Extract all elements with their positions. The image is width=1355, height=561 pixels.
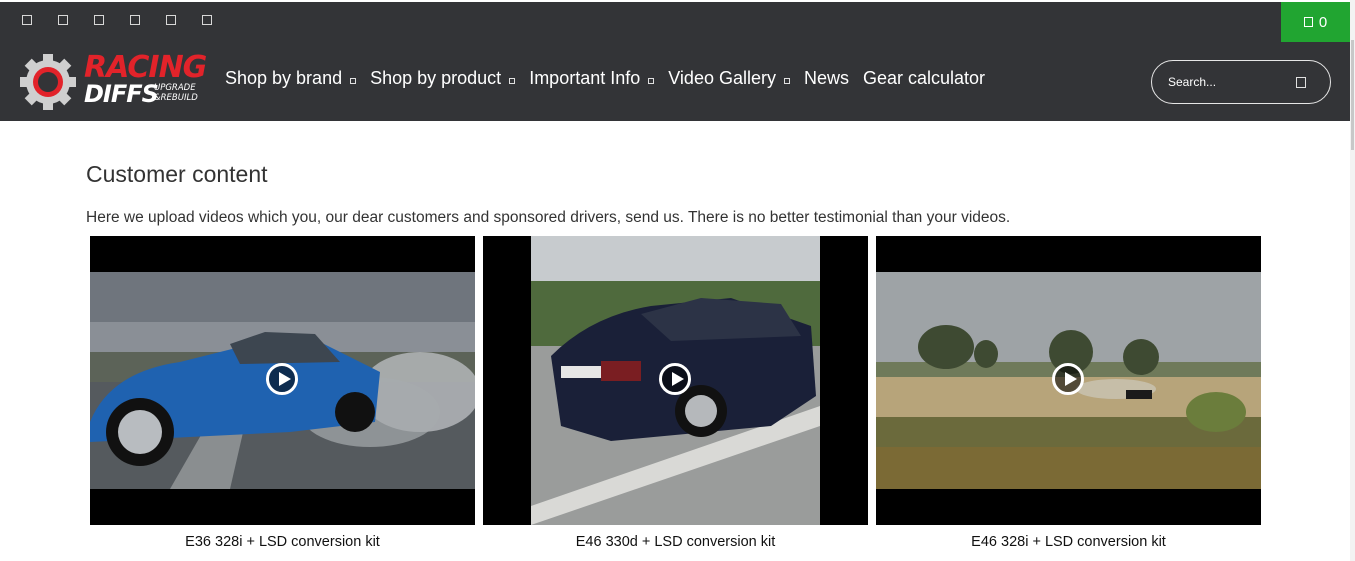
- play-icon[interactable]: [266, 363, 298, 395]
- search-icon[interactable]: [1296, 77, 1306, 88]
- linkedin-icon[interactable]: [166, 15, 176, 25]
- page-description: Here we upload videos which you, our dea…: [86, 209, 1011, 226]
- top-bar: 0: [0, 2, 1350, 42]
- video-card-e36-328i[interactable]: [90, 236, 475, 525]
- nav-item-gear-calculator[interactable]: Gear calculator: [863, 68, 985, 89]
- dropdown-icon: [509, 77, 516, 84]
- cart-button[interactable]: 0: [1281, 2, 1350, 42]
- search-input[interactable]: [1168, 72, 1288, 92]
- cart-icon: [1303, 17, 1313, 27]
- dropdown-icon: [648, 77, 655, 84]
- youtube-icon[interactable]: [94, 15, 104, 25]
- nav-item-news[interactable]: News: [804, 68, 849, 89]
- video-caption: E46 328i + LSD conversion kit: [971, 534, 1166, 550]
- logo-tagline: UPGRADE &REBUILD: [154, 83, 198, 103]
- instagram-icon[interactable]: [58, 15, 68, 25]
- nav-item-shop-by-brand[interactable]: Shop by brand: [225, 68, 357, 89]
- video-card-e46-330d[interactable]: [483, 236, 868, 525]
- nav-item-video-gallery[interactable]: Video Gallery: [668, 68, 790, 89]
- page-scrollbar[interactable]: [1350, 0, 1355, 561]
- video-caption: E46 330d + LSD conversion kit: [575, 534, 776, 550]
- cart-count: 0: [1318, 13, 1328, 31]
- dropdown-icon: [783, 77, 790, 84]
- logo-text-diffs: DIFFS: [84, 80, 159, 108]
- logo[interactable]: RACING DIFFS UPGRADE &REBUILD: [20, 52, 210, 110]
- twitter-icon[interactable]: [130, 15, 140, 25]
- video-card-e46-328i[interactable]: [876, 236, 1261, 525]
- play-icon[interactable]: [1052, 363, 1084, 395]
- play-icon[interactable]: [659, 363, 691, 395]
- nav-menu: Shop by brand Shop by product Important …: [225, 68, 999, 89]
- social-links: [22, 15, 238, 25]
- scrollbar-thumb[interactable]: [1351, 40, 1354, 150]
- page-title: Customer content: [86, 161, 268, 187]
- search-box: [1151, 60, 1331, 104]
- gear-logo-icon: [20, 54, 76, 110]
- dropdown-icon: [350, 77, 357, 84]
- main-navbar: RACING DIFFS UPGRADE &REBUILD Shop by br…: [0, 42, 1350, 121]
- nav-item-shop-by-product[interactable]: Shop by product: [370, 68, 516, 89]
- video-caption: E36 328i + LSD conversion kit: [185, 534, 380, 550]
- tiktok-icon[interactable]: [202, 15, 212, 25]
- nav-item-important-info[interactable]: Important Info: [529, 68, 655, 89]
- facebook-icon[interactable]: [22, 15, 32, 25]
